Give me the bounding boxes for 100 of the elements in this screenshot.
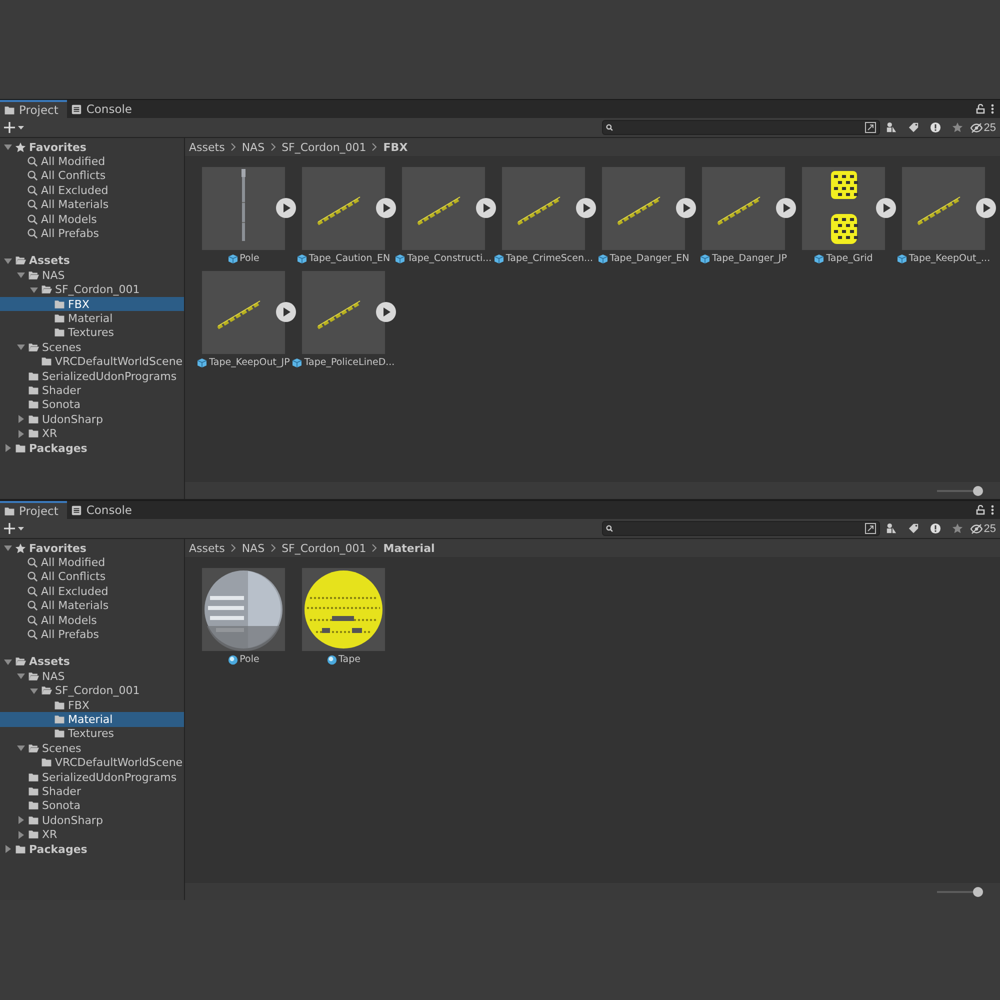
saved-search-item[interactable]: All Prefabs [0,627,184,642]
asset-thumbnail[interactable] [302,271,385,354]
breadcrumb-link[interactable]: Assets [189,140,225,154]
panel-tab[interactable]: Project [0,501,68,519]
tree-item[interactable]: Scenes [0,741,184,756]
star-icon[interactable] [952,523,964,534]
breadcrumb-link[interactable]: NAS [242,542,265,554]
tree-item[interactable]: Textures [0,326,184,340]
play-icon[interactable] [576,198,596,218]
panel-tab[interactable]: Project [0,100,68,118]
play-icon[interactable] [276,302,296,322]
warning-icon[interactable] [930,523,942,534]
lock-icon[interactable] [976,505,985,515]
asset-thumbnail[interactable] [402,167,485,250]
saved-search-item[interactable]: All Models [0,612,184,628]
breadcrumb-link[interactable]: Assets [189,542,225,554]
play-icon[interactable] [276,198,296,218]
more-options-icon[interactable] [991,104,994,114]
asset-thumbnail[interactable] [602,167,685,250]
tree-item[interactable]: VRCDefaultWorldScene [0,354,184,369]
tree-item[interactable]: NAS [0,669,184,684]
asset-thumbnail[interactable] [202,271,285,354]
saved-search-item[interactable]: All Excluded [0,584,184,599]
saved-search-item[interactable]: All Prefabs [0,226,184,241]
play-icon[interactable] [476,198,496,218]
warning-icon[interactable] [930,122,942,133]
expand-arrow-icon[interactable] [4,143,12,152]
search-field[interactable] [602,120,880,135]
asset-thumbnail[interactable] [902,167,985,250]
play-icon[interactable] [876,198,896,218]
shapes-icon[interactable] [886,122,898,133]
saved-search-item[interactable]: All Conflicts [0,168,184,184]
tree-item[interactable]: Material [0,311,184,326]
tree-item[interactable]: XR [0,827,184,842]
search-scope-icon[interactable] [864,122,876,133]
favorites-header[interactable]: Favorites [0,140,184,154]
star-icon[interactable] [952,122,964,133]
add-dropdown-icon[interactable] [4,523,26,534]
breadcrumb-link[interactable]: Material [383,542,435,554]
asset-thumbnail[interactable] [302,167,385,250]
tree-item[interactable]: FBX [0,698,184,712]
saved-search-item[interactable]: All Materials [0,598,184,613]
more-options-icon[interactable] [991,505,994,515]
play-icon[interactable] [776,198,796,218]
search-scope-icon[interactable] [864,523,876,534]
panel-tab[interactable]: Console [67,100,142,118]
tree-item[interactable]: SerializedUdonPrograms [0,368,184,384]
hidden-packages-button[interactable]: 25 [970,520,996,537]
tree-item[interactable]: VRCDefaultWorldScene [0,755,184,770]
asset-thumbnail[interactable] [502,167,585,250]
tree-item[interactable]: NAS [0,268,184,283]
tree-item[interactable]: Assets [0,654,184,670]
asset-thumbnail[interactable] [702,167,785,250]
tree-item[interactable]: Packages [0,440,184,456]
tree-item[interactable]: Sonota [0,398,184,412]
expand-arrow-icon[interactable] [17,744,25,752]
breadcrumb-link[interactable]: NAS [242,140,265,154]
saved-search-item[interactable]: All Models [0,212,184,226]
breadcrumb-link[interactable]: SF_Cordon_001 [282,140,366,154]
tree-item[interactable]: UdonSharp [0,412,184,426]
tree-item[interactable]: Textures [0,726,184,742]
favorites-header[interactable]: Favorites [0,541,184,556]
play-icon[interactable] [376,302,396,322]
star-icon [15,142,26,153]
breadcrumb-link[interactable]: FBX [383,140,408,154]
breadcrumb-link[interactable]: SF_Cordon_001 [282,542,366,554]
panel-tab[interactable]: Console [67,501,142,519]
tree-item[interactable]: SF_Cordon_001 [0,684,184,698]
tree-item[interactable]: Shader [0,383,184,398]
hidden-packages-button[interactable]: 25 [970,119,996,136]
lock-icon[interactable] [976,104,985,114]
expand-arrow-icon[interactable] [4,544,12,552]
play-icon[interactable] [676,198,696,218]
tree-item[interactable]: Assets [0,254,184,268]
expand-arrow-icon[interactable] [17,343,25,352]
tree-item[interactable]: SerializedUdonPrograms [0,770,184,784]
play-icon[interactable] [376,198,396,218]
saved-search-item[interactable]: All Excluded [0,183,184,198]
saved-search-item[interactable]: All Conflicts [0,570,184,584]
tree-item[interactable]: Scenes [0,340,184,354]
tree-item[interactable]: XR [0,426,184,441]
search-field[interactable] [602,521,880,536]
chevron-icon [372,544,378,552]
play-icon[interactable] [976,198,996,218]
asset-thumbnail[interactable] [802,167,885,250]
tag-icon[interactable] [908,122,920,133]
saved-search-item[interactable]: All Materials [0,198,184,212]
tree-item[interactable]: Packages [0,842,184,856]
tag-icon[interactable] [908,523,920,534]
saved-search-item[interactable]: All Modified [0,154,184,169]
tree-item[interactable]: UdonSharp [0,813,184,828]
tree-item[interactable]: FBX [0,296,184,312]
saved-search-item[interactable]: All Modified [0,555,184,570]
asset-thumbnail[interactable] [202,167,285,250]
shapes-icon[interactable] [886,523,898,534]
tree-item[interactable]: Sonota [0,798,184,814]
add-dropdown-icon[interactable] [4,122,26,133]
tree-item[interactable]: SF_Cordon_001 [0,282,184,297]
tree-item[interactable]: Material [0,712,184,727]
tree-item[interactable]: Shader [0,784,184,799]
